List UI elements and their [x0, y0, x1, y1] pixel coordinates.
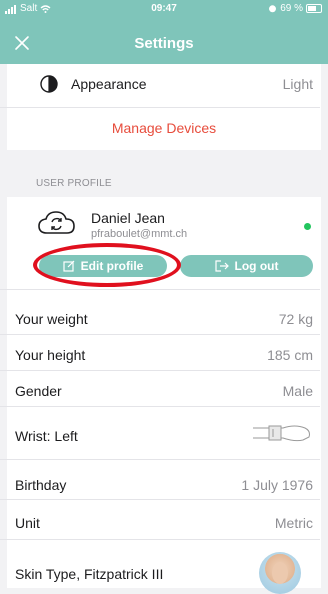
wrist-label: Wrist: Left [15, 428, 78, 444]
divider [0, 334, 320, 335]
gender-row[interactable]: Gender Male [15, 383, 313, 399]
logout-icon [214, 260, 229, 272]
unit-row[interactable]: Unit Metric [15, 515, 313, 531]
birthday-label: Birthday [15, 477, 67, 493]
settings-card: Appearance Light Manage Devices [0, 64, 321, 150]
weight-label: Your weight [15, 311, 88, 327]
appearance-icon [40, 75, 58, 93]
divider [0, 539, 320, 540]
annotation-ellipse [33, 243, 181, 287]
logout-label: Log out [234, 259, 279, 273]
divider [0, 406, 320, 407]
weight-value: 72 kg [278, 311, 313, 327]
height-row[interactable]: Your height 185 cm [15, 347, 313, 363]
appearance-label: Appearance [71, 76, 147, 92]
appearance-row[interactable]: Appearance Light [15, 75, 313, 96]
divider [0, 370, 320, 371]
divider [0, 107, 320, 108]
weight-row[interactable]: Your weight 72 kg [15, 311, 313, 327]
height-label: Your height [15, 347, 86, 363]
wrist-row[interactable]: Wrist: Left [15, 425, 313, 444]
battery-icon [306, 4, 322, 13]
unit-value: Metric [274, 515, 313, 531]
wrist-watch-icon [253, 425, 310, 442]
birthday-row[interactable]: Birthday 1 July 1976 [15, 477, 313, 493]
unit-label: Unit [15, 515, 40, 531]
gender-value: Male [282, 383, 313, 399]
profile-card: Daniel Jean pfraboulet@mmt.ch Edit profi… [0, 197, 321, 594]
birthday-value: 1 July 1976 [241, 477, 313, 493]
appearance-value: Light [282, 76, 313, 92]
logout-button[interactable]: Log out [180, 255, 313, 277]
battery-percent: 69 % [280, 3, 303, 14]
status-bar: Salt 09:47 69 % [0, 0, 328, 18]
user-name: Daniel Jean [91, 210, 165, 226]
alarm-icon [269, 5, 277, 13]
cloud-sync-icon [38, 211, 75, 234]
divider [0, 499, 320, 500]
top-bar: Salt 09:47 69 % Settings [0, 0, 328, 64]
page-title: Settings [134, 35, 194, 52]
manage-devices-link[interactable]: Manage Devices [7, 120, 321, 136]
skin-type-label: Skin Type, Fitzpatrick III [15, 566, 164, 582]
gender-label: Gender [15, 383, 62, 399]
divider [0, 289, 320, 290]
height-value: 185 cm [267, 347, 313, 363]
section-header: USER PROFILE [36, 178, 112, 189]
online-status-dot [304, 223, 311, 230]
divider [0, 459, 320, 460]
user-email: pfraboulet@mmt.ch [91, 228, 188, 240]
